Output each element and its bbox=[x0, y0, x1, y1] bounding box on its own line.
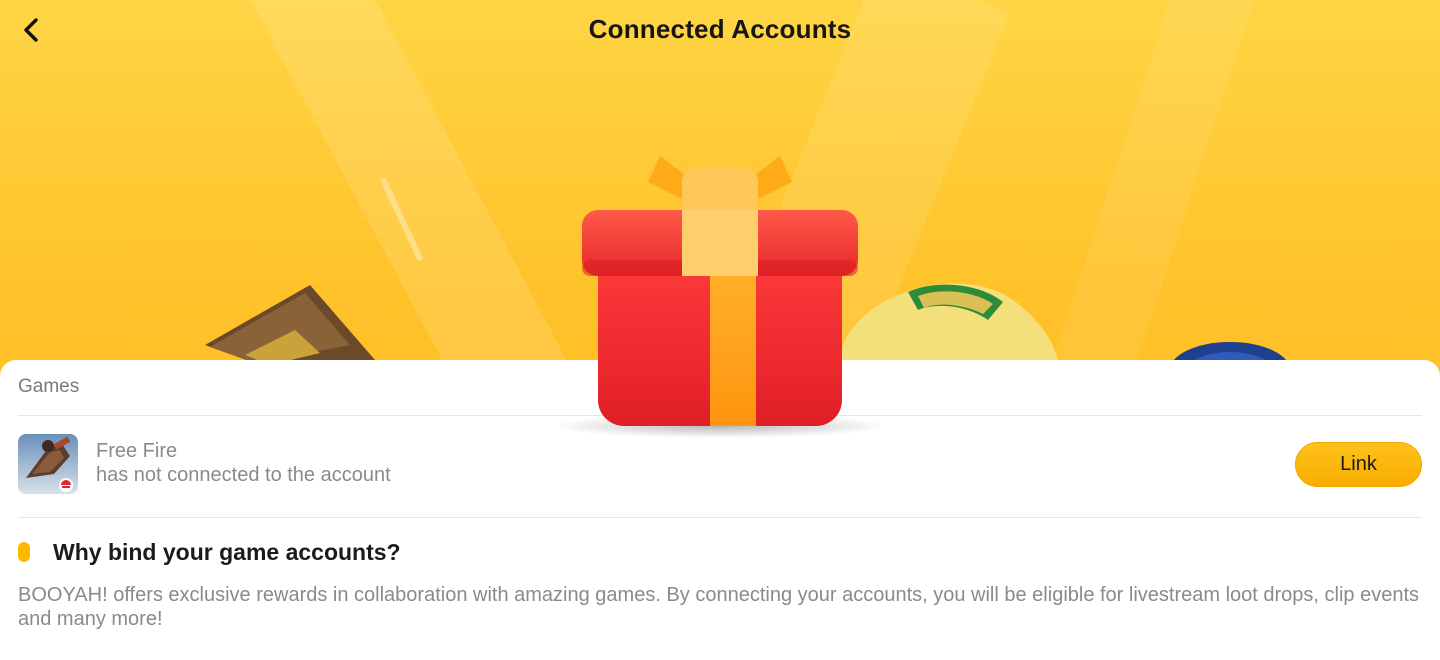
info-description: BOOYAH! offers exclusive rewards in coll… bbox=[18, 584, 1420, 630]
game-connection-status: has not connected to the account bbox=[96, 464, 391, 486]
section-bullet bbox=[18, 542, 30, 562]
game-name: Free Fire bbox=[96, 440, 178, 462]
divider bbox=[18, 517, 1422, 518]
link-button[interactable]: Link bbox=[1295, 442, 1422, 487]
gift-box-icon bbox=[560, 156, 880, 438]
info-title: Why bind your game accounts? bbox=[53, 539, 401, 565]
games-section-label: Games bbox=[18, 376, 80, 397]
page-title: Connected Accounts bbox=[588, 14, 852, 44]
free-fire-game-icon bbox=[18, 434, 78, 494]
top-bar: Connected Accounts bbox=[0, 0, 1440, 60]
crate-icon bbox=[205, 285, 375, 365]
